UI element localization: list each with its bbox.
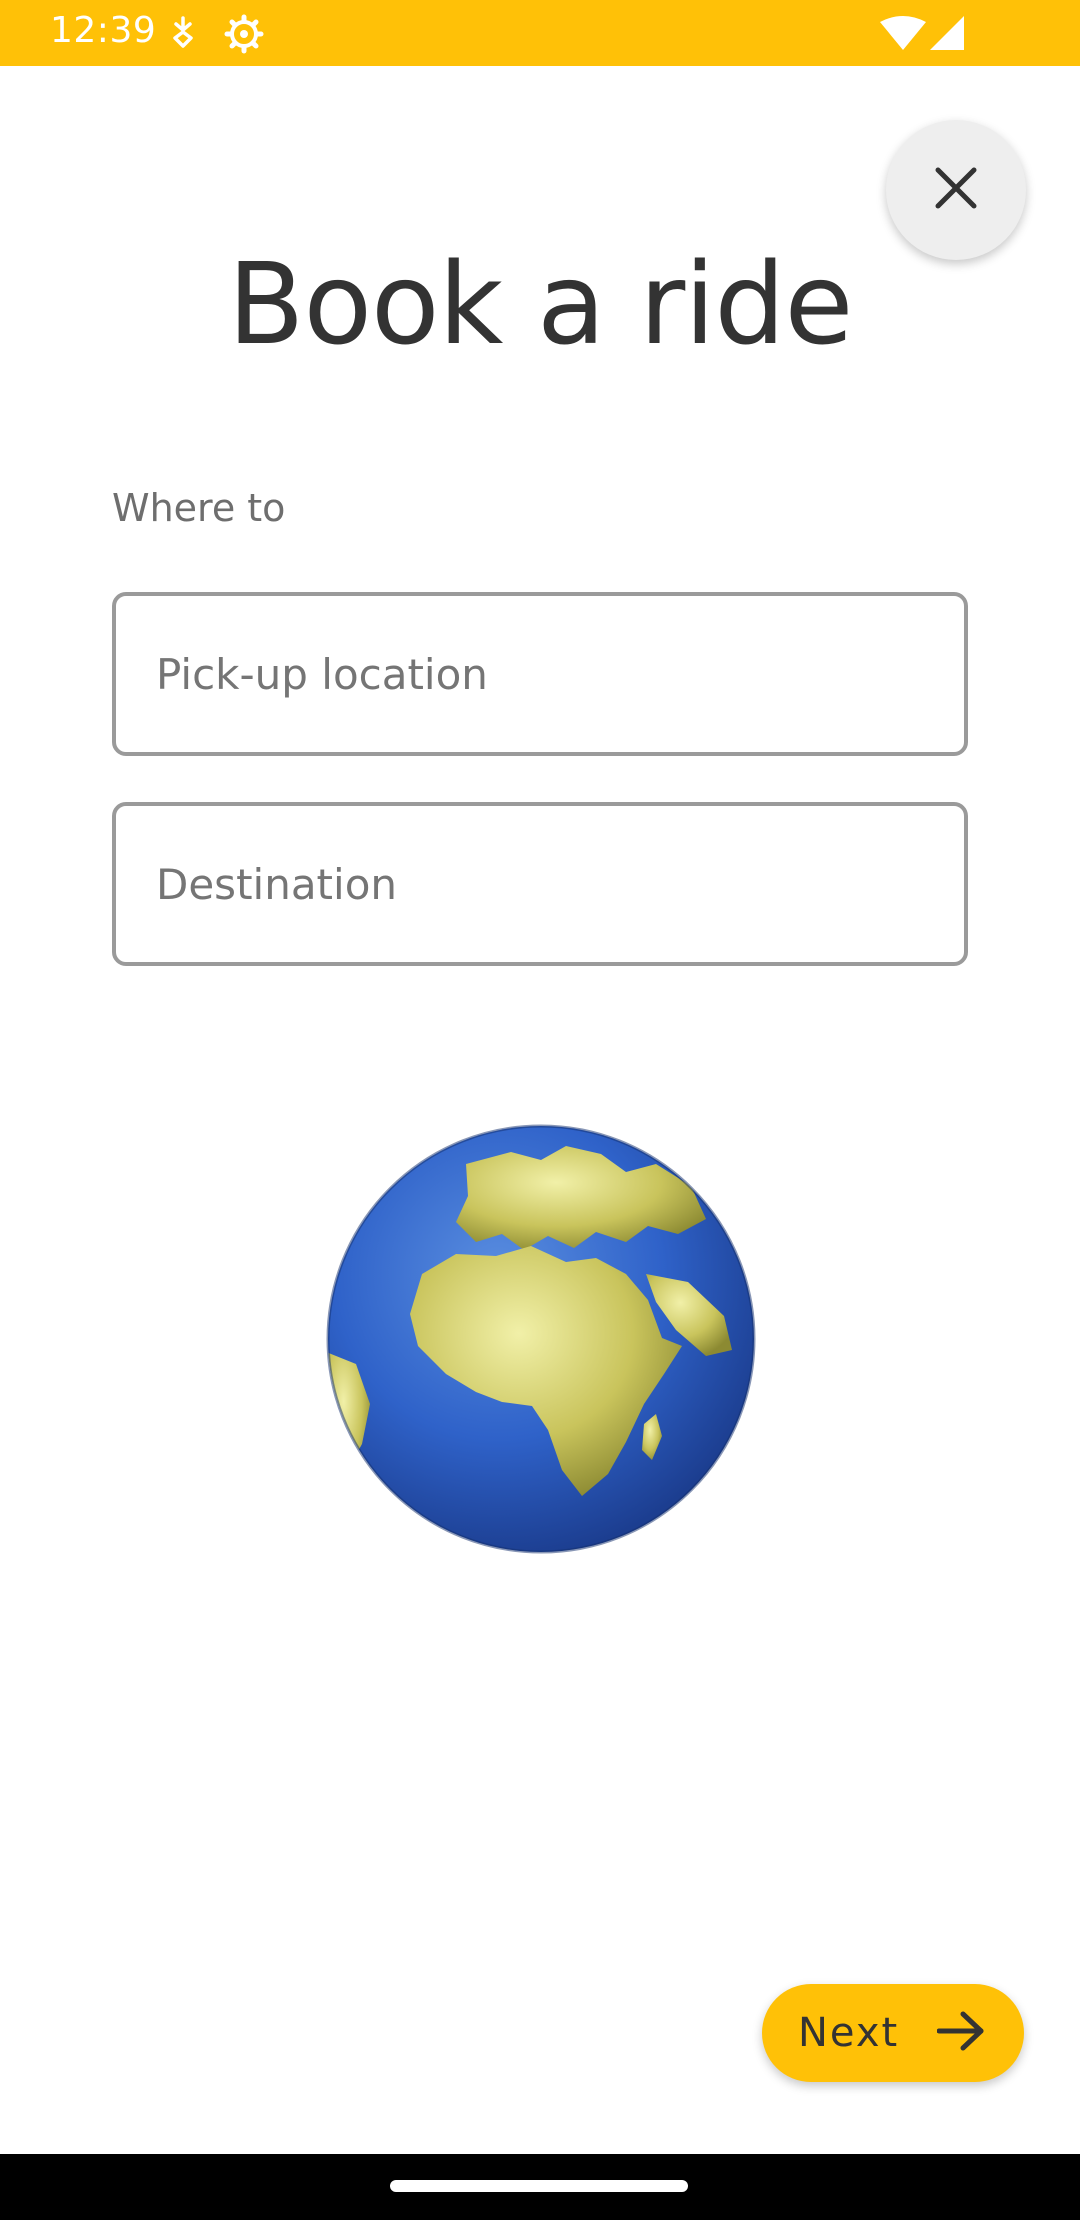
sync-icon bbox=[170, 16, 196, 50]
close-button[interactable] bbox=[886, 120, 1026, 260]
pickup-location-input[interactable] bbox=[156, 649, 964, 699]
next-label: Next bbox=[798, 2010, 900, 2056]
signal-icon bbox=[930, 16, 964, 50]
pickup-location-field[interactable] bbox=[112, 592, 968, 756]
close-icon bbox=[934, 166, 978, 214]
destination-field[interactable] bbox=[112, 802, 968, 966]
where-to-label: Where to bbox=[112, 486, 286, 530]
globe-europe-africa-icon bbox=[326, 1124, 756, 1554]
next-button[interactable]: Next bbox=[762, 1984, 1024, 2082]
settings-icon bbox=[224, 14, 264, 54]
status-bar: 12:39 bbox=[0, 0, 1080, 66]
arrow-right-icon bbox=[936, 2011, 985, 2055]
page-title: Book a ride bbox=[227, 240, 854, 370]
status-time: 12:39 bbox=[50, 10, 157, 51]
wifi-icon bbox=[880, 16, 926, 50]
destination-input[interactable] bbox=[156, 859, 964, 909]
book-ride-screen: 12:39 Book a ride Where to Pick-up locat… bbox=[0, 0, 1080, 2220]
home-indicator[interactable] bbox=[390, 2180, 688, 2192]
